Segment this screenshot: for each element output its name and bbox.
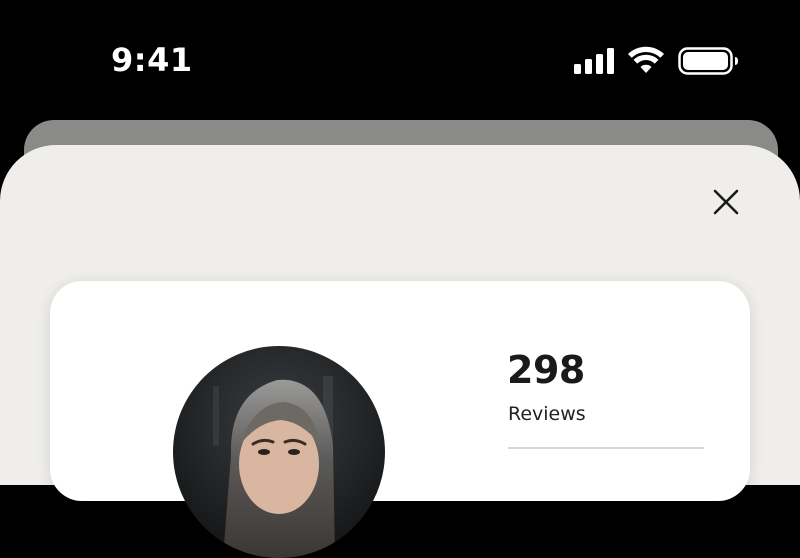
- status-time: 9:41: [111, 41, 193, 79]
- profile-card: [50, 281, 750, 501]
- status-icons: [572, 44, 742, 76]
- close-icon: [713, 189, 739, 215]
- status-bar: 9:41: [0, 0, 800, 120]
- cellular-signal-icon: [574, 48, 614, 74]
- reviews-count: 298: [507, 348, 585, 392]
- wifi-icon: [628, 46, 664, 73]
- avatar-photo: [173, 346, 385, 558]
- battery-icon: [678, 47, 738, 75]
- close-button[interactable]: [705, 183, 745, 223]
- stat-divider: [508, 447, 704, 449]
- avatar: [173, 346, 385, 558]
- reviews-label: Reviews: [508, 403, 586, 425]
